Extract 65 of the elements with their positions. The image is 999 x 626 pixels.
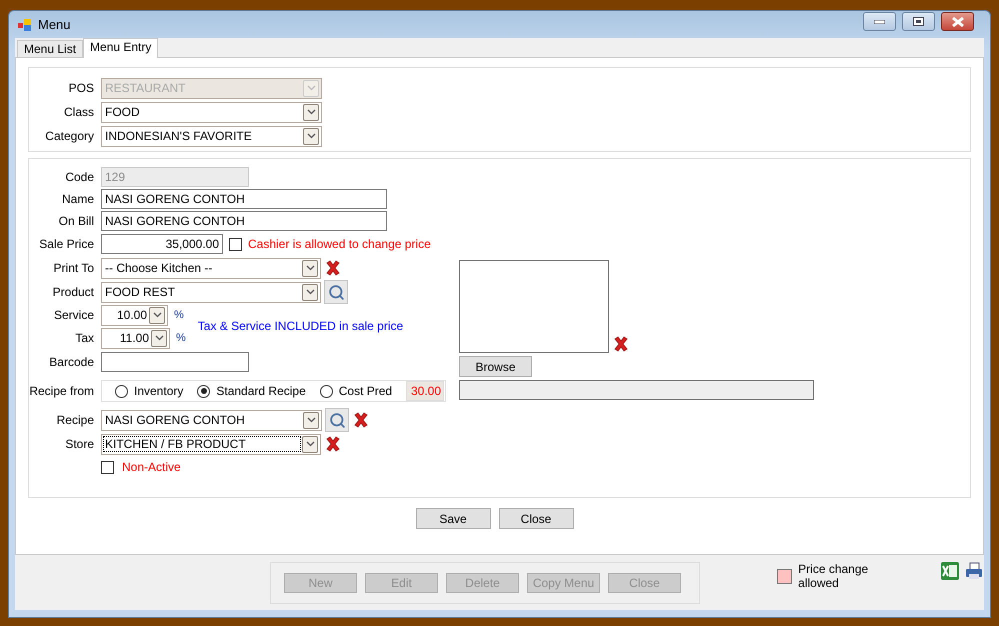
radio-option[interactable]: Inventory: [115, 384, 184, 398]
number-dropdown[interactable]: 11.00: [101, 328, 170, 348]
number-dropdown[interactable]: 10.00: [101, 304, 168, 326]
checkbox[interactable]: [101, 460, 114, 474]
remove-icon[interactable]: [324, 435, 342, 453]
field-label: On Bill: [58, 214, 95, 228]
tax-note: Tax & Service INCLUDED in sale price: [198, 319, 404, 333]
field-label: Store: [64, 437, 95, 451]
printer-icon[interactable]: [964, 561, 984, 581]
spreadsheet-icon[interactable]: [940, 561, 960, 581]
close-button[interactable]: [941, 12, 974, 31]
radio-option[interactable]: Standard Recipe: [197, 384, 306, 398]
search-button[interactable]: [324, 280, 348, 304]
header.2.disabled[interactable]: INDONESIAN'S FAVORITE: [101, 126, 322, 146]
header.1.disabled[interactable]: FOOD: [101, 102, 322, 122]
search-icon: [328, 412, 346, 428]
unit-label: %: [174, 309, 184, 321]
checkbox-label: Cashier is allowed to change price: [248, 237, 431, 251]
barcode-field[interactable]: [101, 352, 249, 372]
window-title: Menu: [38, 17, 72, 32]
search-icon: [328, 284, 344, 300]
field-label: Name: [60, 192, 95, 206]
name-field[interactable]: NASI GORENG CONTOH: [101, 189, 387, 209]
radio-button[interactable]: [115, 384, 128, 398]
radio-button[interactable]: [320, 384, 333, 398]
field-label: Recipe: [56, 413, 95, 427]
remove-icon[interactable]: [352, 411, 370, 429]
browse-button[interactable]: Browse: [459, 356, 532, 377]
action-button[interactable]: Close: [498, 508, 574, 529]
minimize-icon: [874, 20, 885, 24]
unit-label: %: [176, 332, 186, 344]
field-label: Sale Price: [38, 237, 95, 251]
action-button[interactable]: Save: [416, 508, 490, 529]
on-bill-field[interactable]: NASI GORENG CONTOH: [101, 211, 387, 231]
dropdown[interactable]: NASI GORENG CONTOH: [101, 410, 322, 430]
minimize-button[interactable]: [863, 12, 896, 31]
tab[interactable]: Menu List: [17, 40, 84, 57]
app-icon: [18, 18, 32, 30]
dropdown[interactable]: -- Choose Kitchen --: [101, 258, 321, 278]
checkbox[interactable]: [229, 238, 242, 250]
tab[interactable]: Menu Entry: [83, 38, 158, 58]
close-icon: [952, 16, 964, 26]
maximize-button[interactable]: [902, 12, 935, 31]
field-label: Tax: [74, 331, 95, 345]
dropdown[interactable]: FOOD REST: [101, 282, 321, 302]
field-label: Recipe from: [29, 384, 95, 398]
price-field[interactable]: 35,000.00: [101, 234, 223, 254]
search-button[interactable]: [325, 408, 349, 432]
radio-option[interactable]: Cost Pred: [320, 384, 392, 398]
field-label: Service: [52, 308, 95, 322]
maximize-icon: [913, 17, 924, 26]
checkbox-label: Non-Active: [122, 460, 181, 474]
field-label: Print To: [52, 261, 95, 275]
remove-icon[interactable]: [324, 259, 342, 277]
radio-button[interactable]: [197, 384, 210, 398]
path-field[interactable]: [459, 380, 814, 400]
field-label: Product: [52, 285, 95, 299]
legend-label: Price change allowed: [798, 562, 870, 590]
field-label: Category: [44, 129, 95, 143]
field-label: POS: [68, 81, 95, 95]
field-label: Class: [62, 105, 95, 119]
field-label: Code: [64, 170, 95, 184]
dropdown[interactable]: KITCHEN / FB PRODUCT: [101, 434, 321, 454]
remove-icon[interactable]: [612, 335, 630, 353]
field-label: Barcode: [48, 355, 95, 369]
